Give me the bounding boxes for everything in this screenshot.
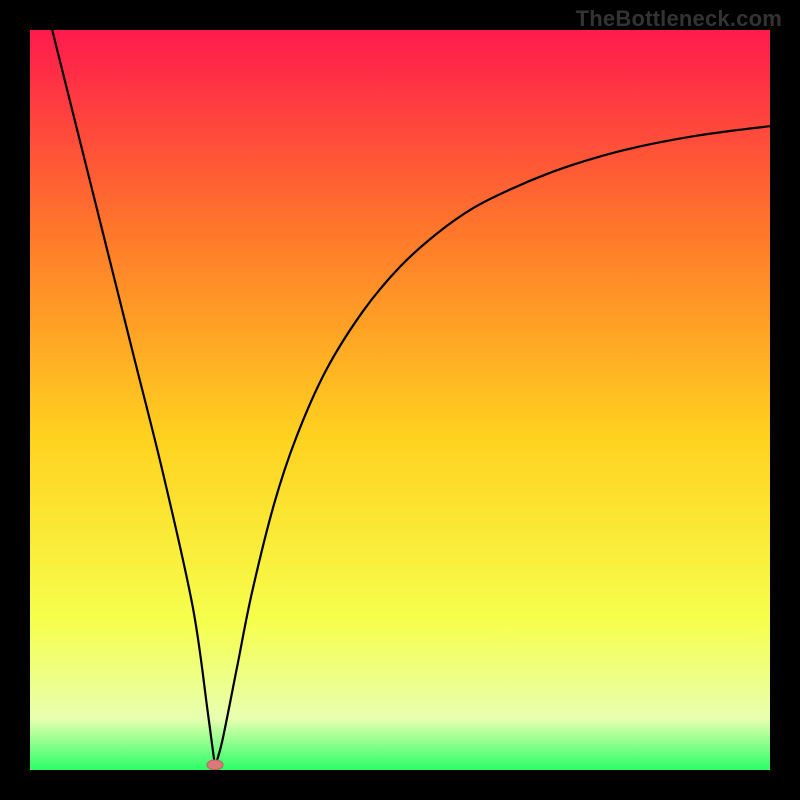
chart-frame xyxy=(30,30,770,770)
watermark-text: TheBottleneck.com xyxy=(576,6,782,32)
minimum-marker xyxy=(207,760,223,770)
gradient-background xyxy=(30,30,770,770)
bottleneck-chart xyxy=(30,30,770,770)
